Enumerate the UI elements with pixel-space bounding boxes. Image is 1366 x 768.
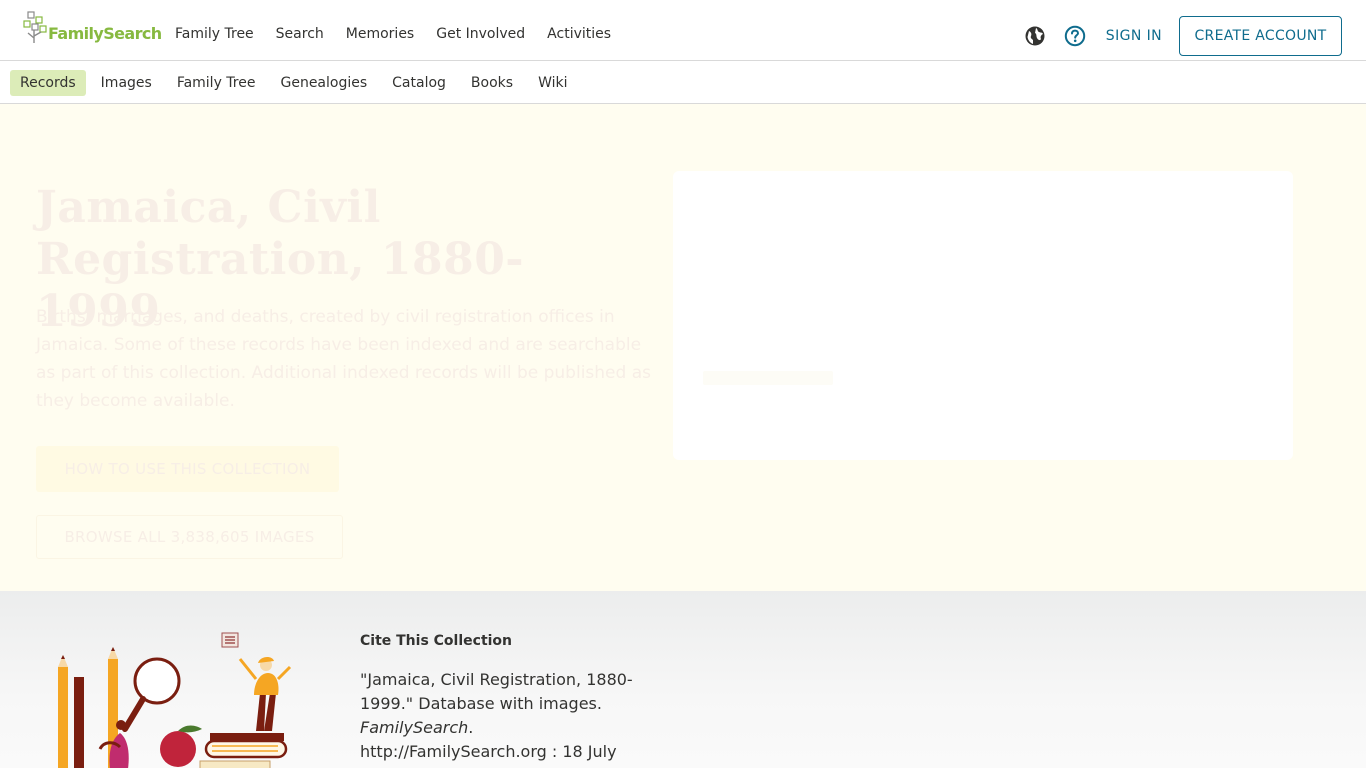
cite-heading: Cite This Collection	[360, 633, 513, 649]
citation-source: FamilySearch	[360, 718, 469, 737]
subnav-genealogies[interactable]: Genealogies	[270, 70, 377, 96]
nav-get-involved[interactable]: Get Involved	[436, 26, 525, 42]
top-header: FamilySearch Family Tree Search Memories…	[0, 0, 1366, 61]
nav-search[interactable]: Search	[276, 26, 324, 42]
nav-activities[interactable]: Activities	[547, 26, 611, 42]
nav-family-tree[interactable]: Family Tree	[175, 26, 254, 42]
collection-hero: Jamaica, Civil Registration, 1880-1999 B…	[0, 104, 1366, 591]
globe-icon[interactable]	[1024, 25, 1046, 47]
subnav-images[interactable]: Images	[91, 70, 162, 96]
nav-memories[interactable]: Memories	[346, 26, 414, 42]
sign-in-link[interactable]: SIGN IN	[1106, 28, 1162, 44]
records-subnav: Records Images Family Tree Genealogies C…	[0, 61, 1366, 104]
logo-text: FamilySearch	[48, 24, 162, 43]
browse-images-button[interactable]: BROWSE ALL 3,838,605 IMAGES	[36, 515, 343, 559]
subnav-records[interactable]: Records	[10, 70, 86, 96]
main-nav: Family Tree Search Memories Get Involved…	[175, 26, 633, 42]
cite-section: Cite This Collection "Jamaica, Civil Reg…	[0, 591, 1366, 768]
help-icon[interactable]	[1064, 25, 1086, 47]
citation-text: "Jamaica, Civil Registration, 1880-1999.…	[360, 668, 660, 764]
header-actions: SIGN IN CREATE ACCOUNT	[1024, 16, 1342, 56]
subnav-family-tree[interactable]: Family Tree	[167, 70, 266, 96]
citation-part-1: "Jamaica, Civil Registration, 1880-1999.…	[360, 670, 633, 713]
create-account-button[interactable]: CREATE ACCOUNT	[1179, 16, 1342, 56]
familysearch-logo[interactable]: FamilySearch	[22, 11, 162, 45]
subnav-books[interactable]: Books	[461, 70, 523, 96]
how-to-use-button[interactable]: HOW TO USE THIS COLLECTION	[36, 446, 339, 492]
subnav-wiki[interactable]: Wiki	[528, 70, 577, 96]
collection-description: Births, marriages, and deaths, created b…	[36, 307, 651, 411]
research-illustration	[58, 632, 292, 768]
search-form-card	[673, 171, 1293, 460]
search-form-placeholder	[703, 371, 833, 385]
subnav-catalog[interactable]: Catalog	[382, 70, 456, 96]
family-tree-logo-icon	[23, 11, 47, 43]
